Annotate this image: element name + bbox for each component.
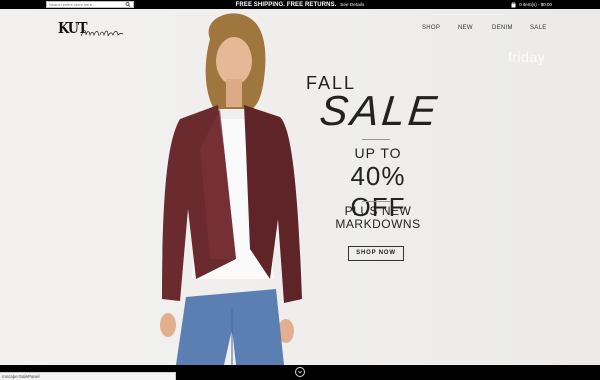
promo-banner: FREE SHIPPING. FREE RETURNS. See Details <box>0 1 600 9</box>
hero-banner[interactable]: KUT SHOP NEW DENIM SALE friday FALL SALE… <box>0 9 600 365</box>
cart-summary[interactable]: 0 item(s) - $0.00 <box>511 1 552 8</box>
model-photo <box>160 13 302 365</box>
logo-signature <box>80 30 124 37</box>
nav-new[interactable]: NEW <box>458 25 473 31</box>
shopping-bag-icon <box>511 1 516 7</box>
markdowns-line-2: MARKDOWNS <box>335 217 421 231</box>
divider-bottom <box>362 201 390 202</box>
shop-now-button[interactable]: SHOP NOW <box>348 246 404 261</box>
nav-shop[interactable]: SHOP <box>422 25 440 31</box>
status-bar-url: mscape:SalePanel <box>0 372 176 380</box>
nav-sale[interactable]: SALE <box>530 25 547 31</box>
top-bar: FREE SHIPPING. FREE RETURNS. See Details… <box>0 0 600 9</box>
markdowns-text: PLUS NEW MARKDOWNS <box>330 205 426 231</box>
divider-top <box>362 139 390 140</box>
up-to-text: UP TO <box>354 145 402 161</box>
cart-label: 0 item(s) - $0.00 <box>519 2 552 7</box>
brand-logo[interactable]: KUT <box>58 19 124 41</box>
promo-text: FREE SHIPPING. FREE RETURNS. <box>235 2 337 8</box>
see-details-link[interactable]: See Details <box>340 2 364 7</box>
watermark-text: friday <box>508 49 546 65</box>
sale-heading: SALE <box>317 87 442 134</box>
scroll-down-icon[interactable] <box>295 367 305 377</box>
nav-denim[interactable]: DENIM <box>492 25 513 31</box>
